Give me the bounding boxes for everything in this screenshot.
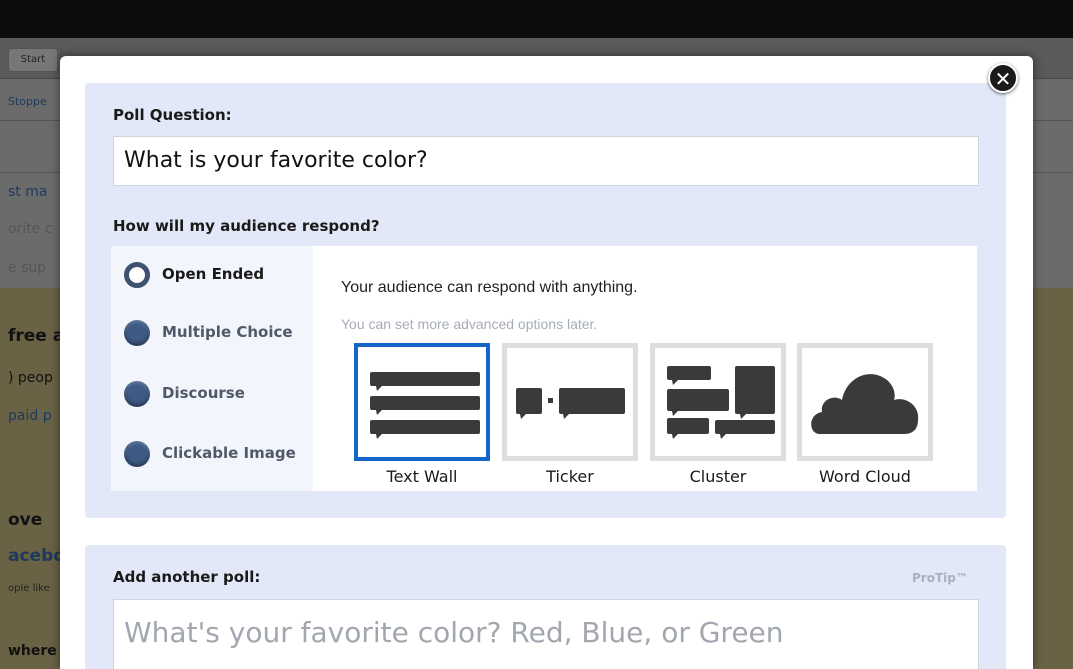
close-icon[interactable]: ✕: [988, 63, 1018, 93]
option-open-ended[interactable]: Open Ended: [111, 246, 313, 304]
text-wall-icon: [370, 372, 480, 439]
add-poll-label: Add another poll:: [113, 568, 261, 586]
radio-icon[interactable]: [124, 381, 150, 407]
response-description: Your audience can respond with anything.: [341, 279, 638, 296]
background-start-button: Start: [8, 48, 58, 72]
background-text: e sup: [8, 260, 47, 276]
radio-selected-icon[interactable]: [124, 262, 150, 288]
radio-icon[interactable]: [124, 441, 150, 467]
response-subdescription: You can set more advanced options later.: [341, 316, 598, 332]
viz-cluster[interactable]: [650, 343, 786, 461]
background-text: orite c: [8, 221, 53, 237]
option-label: Clickable Image: [162, 444, 296, 462]
option-label: Multiple Choice: [162, 323, 293, 341]
option-discourse[interactable]: Discourse: [111, 365, 313, 423]
option-multiple-choice[interactable]: Multiple Choice: [111, 304, 313, 362]
viz-word-cloud[interactable]: [797, 343, 933, 461]
poll-question-input[interactable]: What is your favorite color?: [113, 136, 979, 186]
add-poll-input[interactable]: What's your favorite color? Red, Blue, o…: [113, 599, 979, 669]
background-text: free a: [8, 326, 65, 346]
viz-label: Word Cloud: [819, 467, 911, 486]
background-text: ove: [8, 510, 43, 530]
option-label: Discourse: [162, 384, 245, 402]
background-text: ople like: [8, 583, 50, 594]
viz-label: Cluster: [689, 467, 747, 486]
radio-icon[interactable]: [124, 320, 150, 346]
ticker-icon: [516, 388, 625, 419]
viz-label: Text Wall: [386, 467, 458, 486]
background-text: Stoppe: [8, 95, 47, 108]
viz-ticker[interactable]: [502, 343, 638, 461]
background-text: st ma: [8, 184, 48, 200]
background-text: acebo: [8, 546, 65, 566]
background-topbar: [0, 0, 1073, 38]
poll-question-label: Poll Question:: [113, 106, 232, 124]
background-text: where: [8, 643, 57, 659]
option-clickable-image[interactable]: Clickable Image: [111, 425, 313, 483]
background-text: paid p: [8, 408, 52, 424]
viz-label: Ticker: [546, 467, 594, 486]
respond-label: How will my audience respond?: [113, 217, 380, 235]
viz-text-wall[interactable]: [354, 343, 490, 461]
background-text: ) peop: [8, 370, 53, 386]
option-label: Open Ended: [162, 265, 265, 283]
cluster-icon: [667, 366, 775, 439]
protip-link[interactable]: ProTip™: [912, 571, 968, 585]
add-poll-placeholder: What's your favorite color? Red, Blue, o…: [124, 616, 784, 649]
word-cloud-icon: [811, 374, 919, 434]
